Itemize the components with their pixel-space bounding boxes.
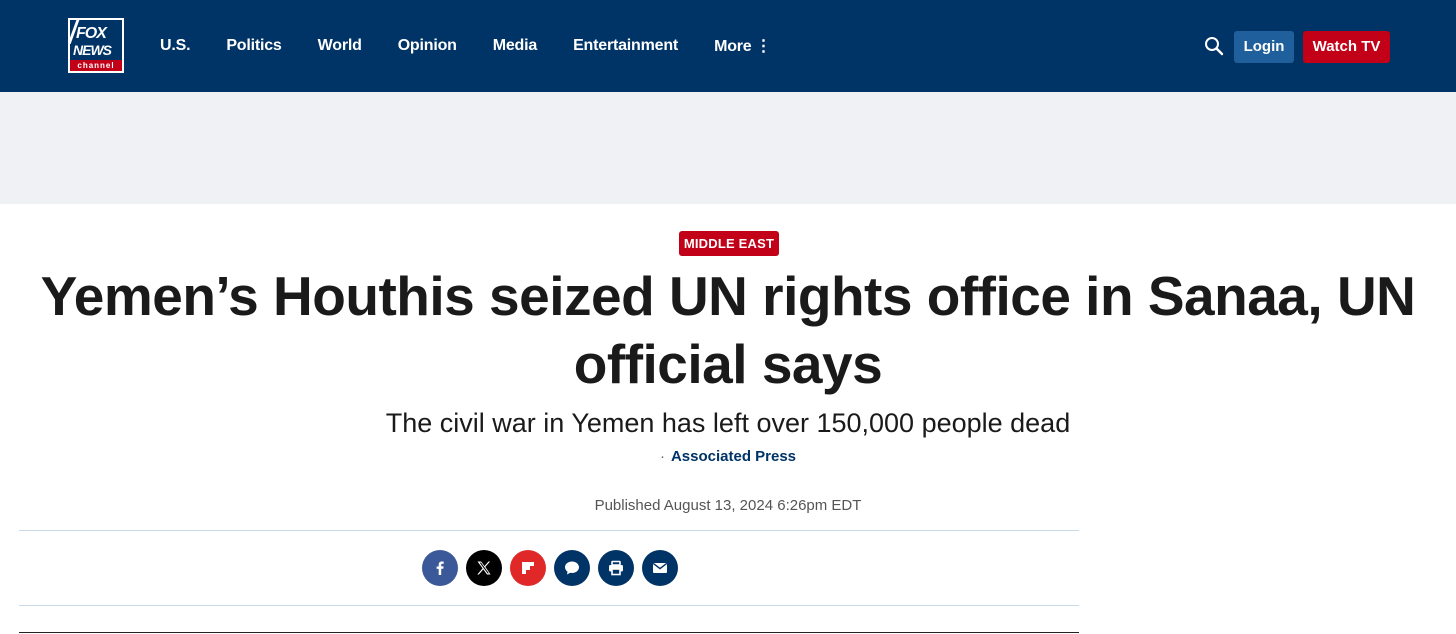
- fox-news-logo[interactable]: FOX NEWS channel: [68, 18, 124, 73]
- article-subheadline: The civil war in Yemen has left over 150…: [385, 408, 1071, 438]
- article-headline: Yemen’s Houthis seized UN rights office …: [40, 265, 1416, 395]
- share-email-button[interactable]: [642, 550, 678, 586]
- nav-item-opinion[interactable]: Opinion: [398, 37, 457, 55]
- print-icon: [609, 560, 623, 576]
- nav-item-us[interactable]: U.S.: [160, 37, 191, 55]
- nav-item-entertainment[interactable]: Entertainment: [573, 37, 678, 55]
- share-comment-button[interactable]: [554, 550, 590, 586]
- email-icon: [652, 562, 668, 573]
- published-timestamp: Published August 13, 2024 6:26pm EDT: [594, 497, 862, 514]
- comment-icon: [565, 561, 579, 575]
- watch-tv-button[interactable]: Watch TV: [1303, 31, 1390, 63]
- facebook-icon: [436, 561, 444, 575]
- author-link[interactable]: Associated Press: [671, 448, 796, 465]
- nav-more-label: More: [714, 38, 752, 55]
- nav-item-media[interactable]: Media: [493, 37, 538, 55]
- share-flipboard-button[interactable]: [510, 550, 546, 586]
- logo-text-fox: FOX: [76, 25, 107, 42]
- divider-content-start: [19, 632, 1079, 633]
- share-print-button[interactable]: [598, 550, 634, 586]
- logo-text-news: NEWS: [73, 42, 112, 58]
- byline-separator: ·: [659, 448, 665, 465]
- nav-item-world[interactable]: World: [318, 37, 362, 55]
- search-icon[interactable]: [1204, 36, 1224, 56]
- share-x-button[interactable]: [466, 550, 502, 586]
- more-vertical-icon: ⋮: [755, 38, 772, 55]
- divider-bottom: [19, 605, 1079, 606]
- nav-item-politics[interactable]: Politics: [226, 37, 282, 55]
- x-icon: [477, 561, 491, 575]
- nav-item-more[interactable]: More ⋮: [714, 36, 771, 56]
- top-navigation-bar: FOX NEWS channel U.S. Politics World Opi…: [0, 0, 1456, 92]
- main-nav: U.S. Politics World Opinion Media Entert…: [160, 0, 772, 92]
- logo-text-channel: channel: [70, 60, 122, 71]
- share-bar: [422, 550, 686, 586]
- byline: · Associated Press: [40, 447, 1416, 467]
- category-badge[interactable]: MIDDLE EAST: [679, 231, 779, 256]
- divider-top: [19, 530, 1079, 531]
- flipboard-icon: [522, 562, 534, 574]
- ad-placeholder-band: [0, 92, 1456, 204]
- share-facebook-button[interactable]: [422, 550, 458, 586]
- login-button[interactable]: Login: [1234, 31, 1294, 63]
